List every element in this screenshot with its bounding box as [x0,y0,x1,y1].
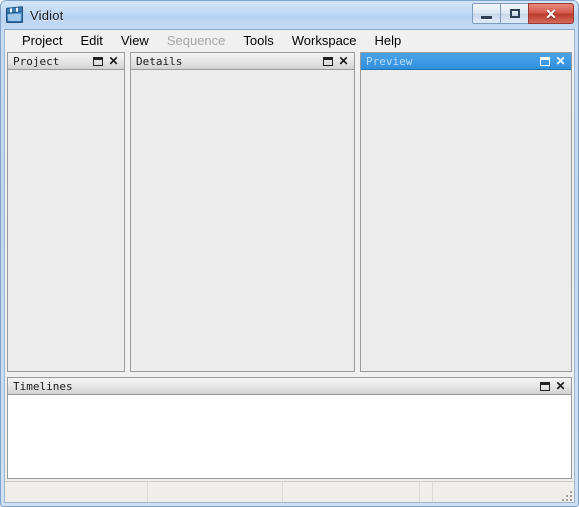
pane-details-body[interactable] [131,70,354,371]
menu-item-workspace[interactable]: Workspace [283,31,366,51]
pane-details-float-button[interactable] [322,56,333,67]
pane-details-close-button[interactable]: ✕ [338,55,349,67]
float-icon [539,56,550,66]
pane-details-buttons: ✕ [322,55,352,67]
pane-preview-close-button[interactable]: ✕ [555,55,566,67]
window-controls: ✕ [472,3,574,24]
pane-project-header[interactable]: Project ✕ [8,53,124,70]
pane-project-close-button[interactable]: ✕ [108,55,119,67]
pane-timelines: Timelines ✕ [7,377,572,479]
pane-preview-header[interactable]: Preview ✕ [361,53,571,70]
pane-timelines-close-button[interactable]: ✕ [555,380,566,392]
application-window: Vidiot ✕ Project Edit View Sequence Tool… [0,0,579,507]
close-icon: ✕ [545,5,557,22]
minimize-icon [481,15,492,19]
upper-pane-row: Project ✕ Details ✕ Preview ✕ [7,52,572,372]
pane-timelines-header[interactable]: Timelines ✕ [8,378,571,395]
status-field-3 [283,482,420,502]
status-field-4 [420,482,433,502]
status-field-1 [5,482,148,502]
pane-preview-float-button[interactable] [539,56,550,67]
close-button[interactable]: ✕ [528,3,574,24]
menu-item-tools[interactable]: Tools [234,31,282,51]
status-bar [5,481,574,502]
resize-grip-icon[interactable] [559,488,572,501]
pane-preview-body[interactable] [361,70,571,371]
menu-item-sequence: Sequence [166,33,226,48]
float-icon [539,381,550,391]
maximize-button[interactable] [500,3,529,24]
menu-item-project[interactable]: Project [13,31,71,51]
workspace: Project ✕ Details ✕ Preview ✕ Timelines … [5,52,574,481]
pane-project-body[interactable] [8,70,124,371]
minimize-button[interactable] [472,3,501,24]
pane-preview-title: Preview [366,54,413,68]
pane-project-float-button[interactable] [92,56,103,67]
pane-preview: Preview ✕ [360,52,572,372]
pane-preview-buttons: ✕ [539,55,569,67]
pane-timelines-body[interactable] [8,395,571,478]
menu-item-help[interactable]: Help [366,31,411,51]
pane-project-buttons: ✕ [92,55,122,67]
float-icon [322,56,333,66]
pane-details-title: Details [136,54,183,68]
pane-timelines-title: Timelines [13,379,73,393]
film-slate-icon [6,6,23,23]
window-title: Vidiot [30,7,64,23]
pane-timelines-float-button[interactable] [539,381,550,392]
lower-pane-row: Timelines ✕ [7,377,572,479]
pane-details: Details ✕ [130,52,355,372]
menu-bar: Project Edit View Sequence Tools Workspa… [5,30,574,52]
menu-item-edit[interactable]: Edit [71,31,111,51]
pane-details-header[interactable]: Details ✕ [131,53,354,70]
maximize-icon [509,9,520,18]
pane-timelines-buttons: ✕ [539,380,569,392]
status-field-2 [148,482,283,502]
pane-project-title: Project [13,54,60,68]
pane-project: Project ✕ [7,52,125,372]
title-bar[interactable]: Vidiot ✕ [1,1,578,29]
float-icon [92,56,103,66]
menu-item-view[interactable]: View [112,31,158,51]
client-area: Project Edit View Sequence Tools Workspa… [4,29,575,503]
